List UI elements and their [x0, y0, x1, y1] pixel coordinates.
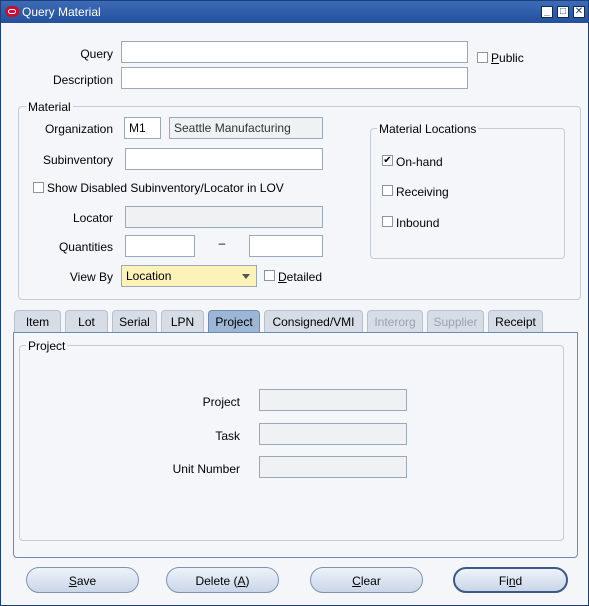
inbound-label: Inbound — [396, 216, 440, 230]
task-input[interactable] — [259, 423, 407, 445]
organization-label: Organization — [44, 122, 113, 136]
clear-button[interactable]: Clear — [310, 567, 423, 593]
title-bar[interactable]: Query Material _ □ ✕ — [1, 1, 588, 23]
project-label: Project — [202, 395, 240, 409]
project-group-title: Project — [26, 339, 68, 353]
maximize-icon[interactable]: □ — [557, 6, 569, 18]
tab-lot[interactable]: Lot — [65, 310, 108, 332]
unit-number-input[interactable] — [259, 456, 407, 478]
material-group-title: Material — [26, 100, 73, 114]
delete-button[interactable]: Delete (A) — [166, 567, 279, 593]
task-label: Task — [215, 429, 240, 443]
tab-lpn[interactable]: LPN — [161, 310, 204, 332]
chevron-down-icon[interactable] — [242, 274, 250, 279]
show-disabled-label: Show Disabled Subinventory/Locator in LO… — [47, 181, 284, 195]
save-button[interactable]: Save — [26, 567, 139, 593]
on-hand-label: On-hand — [396, 155, 443, 169]
tab-receipt[interactable]: Receipt — [488, 310, 543, 332]
material-locations-title: Material Locations — [377, 122, 479, 136]
receiving-checkbox[interactable] — [382, 185, 393, 196]
query-input[interactable] — [121, 41, 468, 63]
description-label: Description — [52, 73, 113, 87]
view-by-value: Location — [126, 269, 172, 283]
unit-number-label: Unit Number — [172, 462, 240, 476]
organization-code-input[interactable]: M1 — [124, 117, 161, 139]
show-disabled-checkbox[interactable] — [33, 182, 44, 193]
subinventory-label: Subinventory — [42, 153, 113, 167]
project-input[interactable] — [259, 389, 407, 411]
subinventory-input[interactable] — [125, 148, 323, 170]
quantity-to-input[interactable] — [249, 235, 323, 257]
quantity-range-dash: – — [218, 236, 226, 250]
minimize-icon[interactable]: _ — [541, 6, 553, 18]
public-checkbox[interactable] — [477, 52, 488, 63]
query-material-window: Query Material _ □ ✕ Query Public Descri… — [0, 0, 589, 606]
description-input[interactable] — [121, 67, 468, 89]
detailed-checkbox[interactable] — [264, 270, 275, 281]
tab-project[interactable]: Project — [208, 310, 260, 333]
tab-serial[interactable]: Serial — [112, 310, 157, 332]
tab-interorg: Interorg — [367, 310, 423, 332]
tab-supplier: Supplier — [427, 310, 484, 332]
inbound-checkbox[interactable] — [382, 216, 393, 227]
oracle-logo-icon — [5, 6, 19, 17]
detailed-label: Detailed — [278, 270, 323, 284]
tab-consigned-vmi[interactable]: Consigned/VMI — [264, 310, 363, 332]
window-title: Query Material — [22, 5, 101, 19]
close-icon[interactable]: ✕ — [573, 6, 585, 18]
receiving-label: Receiving — [396, 185, 449, 199]
on-hand-checkbox[interactable]: ✔ — [382, 155, 393, 166]
organization-name-field: Seattle Manufacturing — [169, 117, 323, 139]
quantities-label: Quantities — [58, 240, 113, 254]
tab-item[interactable]: Item — [14, 310, 61, 332]
view-by-select[interactable]: Location — [121, 265, 257, 287]
public-label: Public — [491, 51, 524, 65]
quantity-from-input[interactable] — [125, 235, 195, 257]
view-by-label: View By — [69, 270, 113, 284]
query-label: Query — [80, 47, 113, 61]
locator-input[interactable] — [125, 206, 323, 228]
locator-label: Locator — [72, 211, 113, 225]
find-button[interactable]: Find — [453, 567, 568, 593]
